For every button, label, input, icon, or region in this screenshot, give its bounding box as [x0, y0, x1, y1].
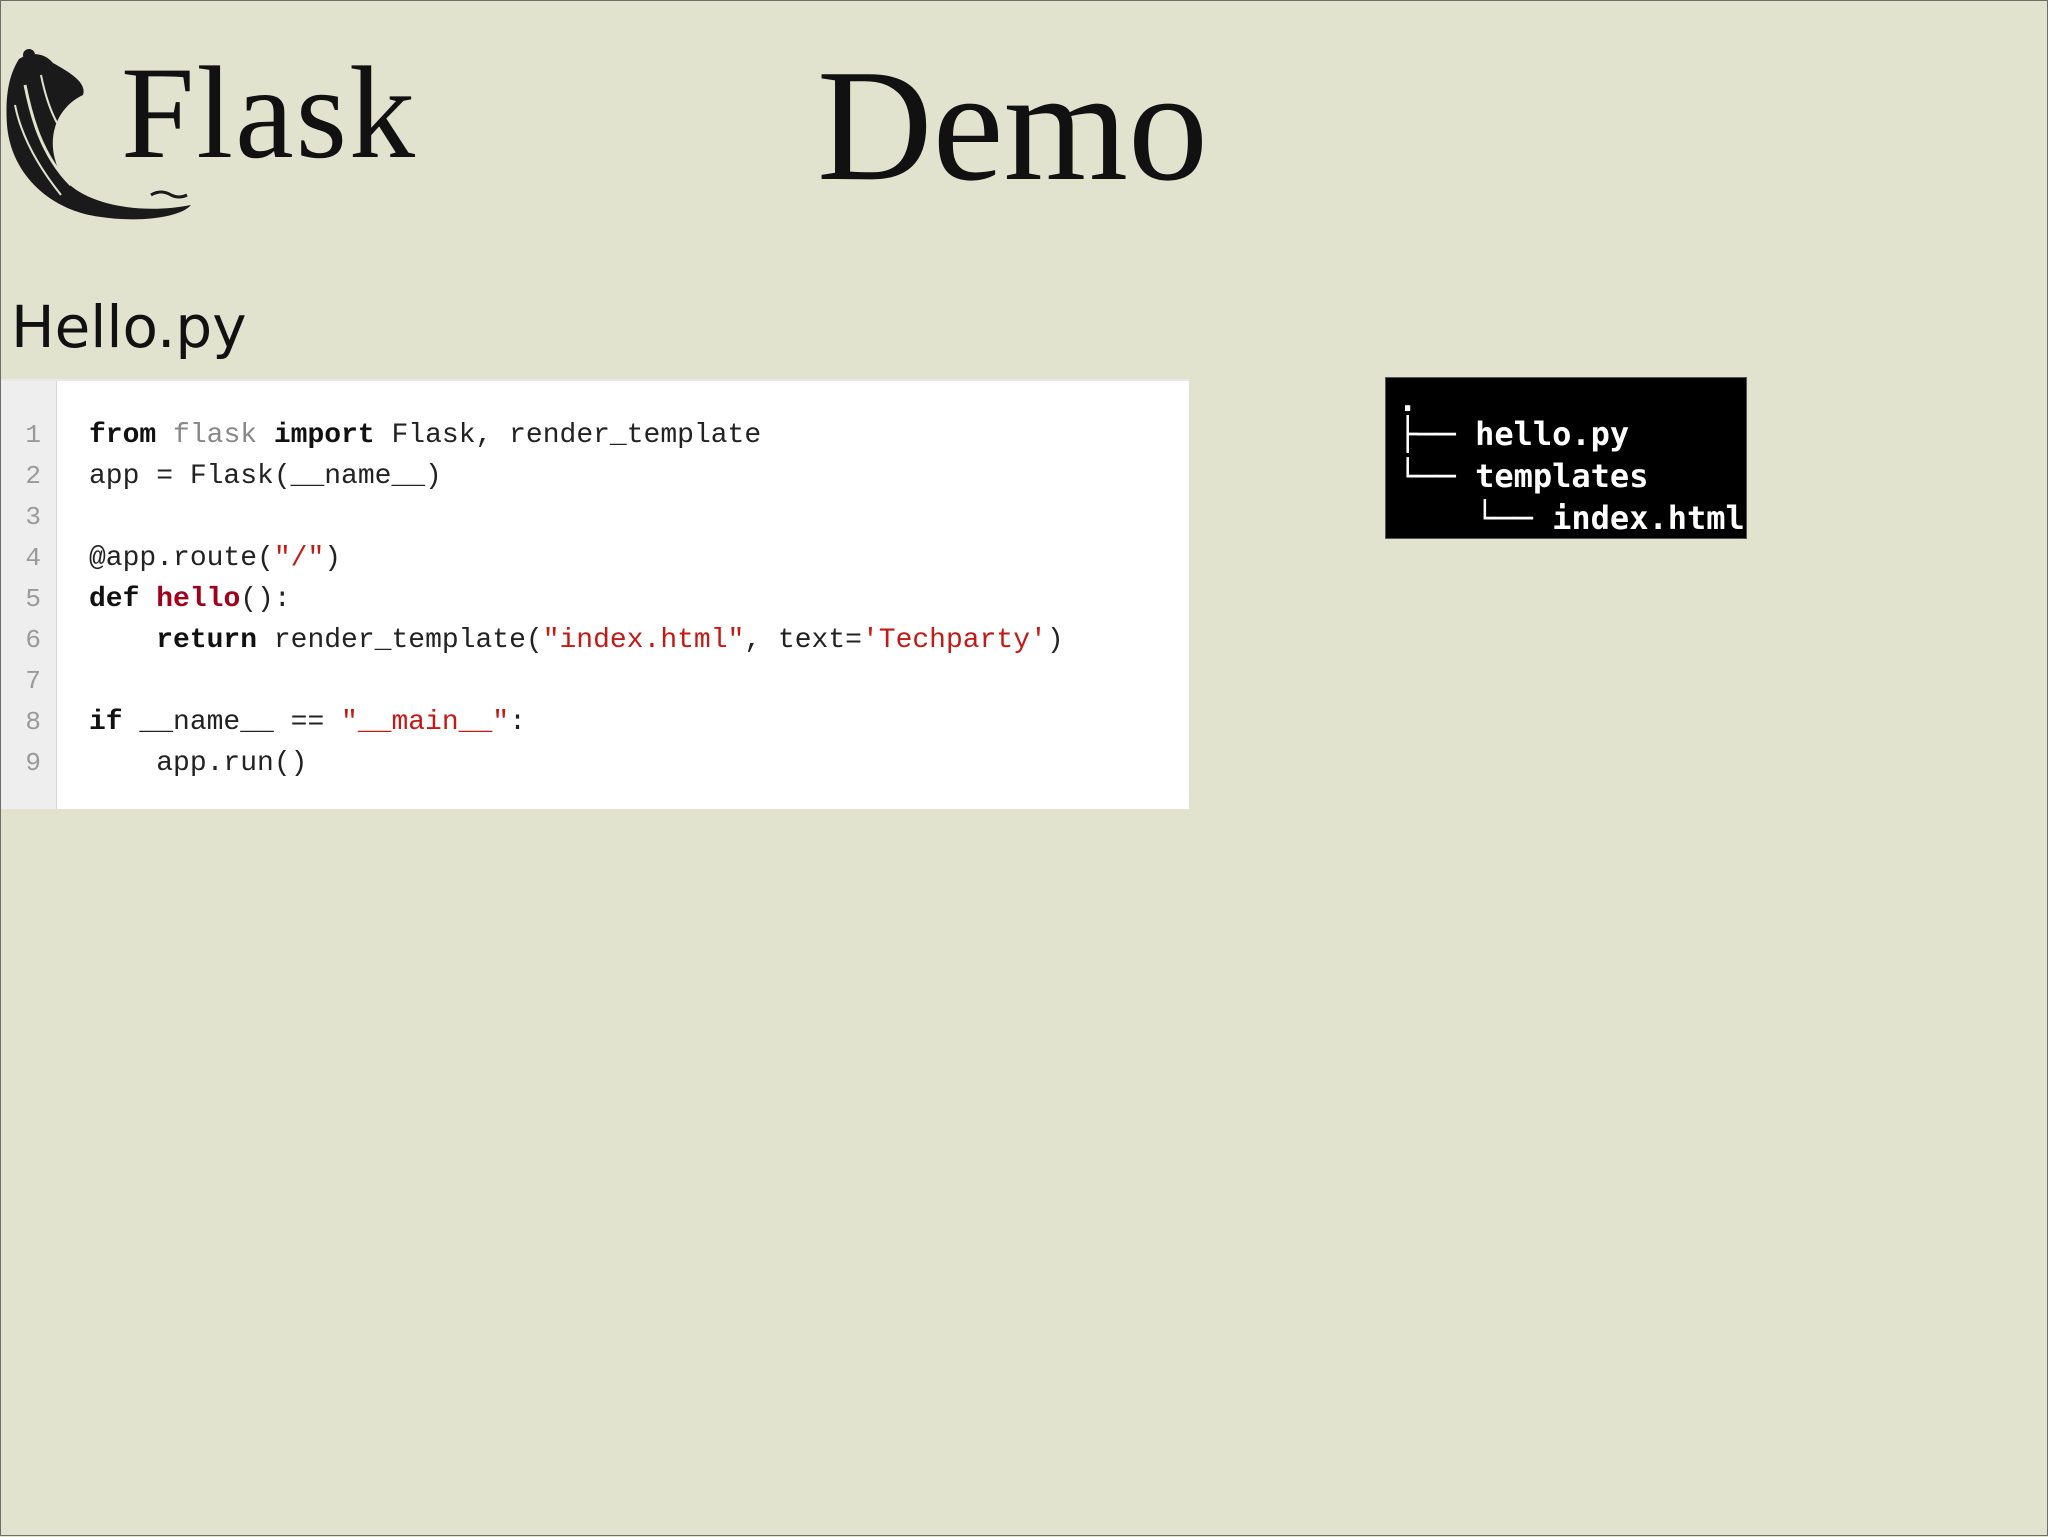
code-text: app.run()	[89, 743, 307, 784]
code-line: 6 return render_template("index.html", t…	[1, 620, 1189, 661]
code-token: ():	[240, 584, 291, 615]
flask-logo-text: Flask	[121, 39, 418, 186]
code-token: if	[89, 707, 123, 738]
code-token: "__main__"	[341, 707, 510, 738]
directory-tree-panel: . ├── hello.py └── templates └── index.htm…	[1385, 377, 1747, 539]
code-text: return render_template("index.html", tex…	[89, 620, 1064, 661]
line-number: 8	[25, 707, 41, 737]
code-text: def hello():	[89, 579, 291, 620]
code-token: :	[509, 707, 526, 738]
line-number: 4	[25, 543, 41, 573]
code-text: app = Flask(__name__)	[89, 456, 442, 497]
code-token: 'Techparty'	[861, 625, 1047, 656]
line-number: 7	[25, 666, 41, 696]
line-number: 3	[25, 502, 41, 532]
code-token: def	[89, 584, 140, 615]
code-text: from flask import Flask, render_template	[89, 415, 761, 456]
code-line: 1 from flask import Flask, render_templat…	[1, 415, 1189, 456]
line-number: 6	[25, 625, 41, 655]
line-number: 9	[25, 748, 41, 778]
code-line: 5 def hello():	[1, 579, 1189, 620]
code-token: return	[156, 625, 258, 656]
code-line: 2 app = Flask(__name__)	[1, 456, 1189, 497]
code-token: )	[324, 543, 342, 574]
code-token: import	[273, 420, 375, 451]
code-line: 9 app.run()	[1, 743, 1189, 784]
code-token: render_template(	[257, 625, 543, 656]
code-token: "index.html"	[542, 625, 745, 656]
code-panel: 1 from flask import Flask, render_templat…	[1, 379, 1189, 809]
code-token: hello	[156, 584, 241, 615]
code-lines: 1 from flask import Flask, render_templat…	[1, 415, 1189, 784]
tree-line: ├── hello.py	[1398, 415, 1630, 453]
code-token: from	[89, 420, 157, 451]
slide: Flask Demo Hello.py 1 from flask import F…	[1, 1, 2048, 1537]
code-token: flask	[173, 420, 258, 451]
code-line: 7	[1, 661, 1189, 702]
slide-title: Demo	[817, 36, 1209, 214]
code-text: @app.route("/")	[89, 538, 341, 579]
code-line: 4 @app.route("/")	[1, 538, 1189, 579]
code-token: )	[1046, 625, 1064, 656]
code-line: 3	[1, 497, 1189, 538]
line-number: 2	[25, 461, 41, 491]
code-token: , text=	[744, 625, 862, 656]
flask-logo: Flask	[1, 45, 461, 225]
tree-line: └── index.html	[1398, 499, 1745, 537]
code-token: "/"	[273, 543, 325, 574]
line-number: 5	[25, 584, 41, 614]
code-token: Flask, render_template	[374, 420, 762, 451]
code-token: app = Flask(__name__)	[89, 461, 442, 492]
line-number: 1	[25, 420, 41, 450]
code-text: if __name__ == "__main__":	[89, 702, 526, 743]
code-token: app.run()	[89, 748, 308, 779]
tree-line: .	[1398, 381, 1418, 419]
tree-line: └── templates	[1398, 457, 1649, 495]
file-label: Hello.py	[11, 293, 247, 361]
code-token: @app.route(	[89, 543, 274, 574]
code-token: __name__ ==	[122, 707, 342, 738]
code-line: 8 if __name__ == "__main__":	[1, 702, 1189, 743]
